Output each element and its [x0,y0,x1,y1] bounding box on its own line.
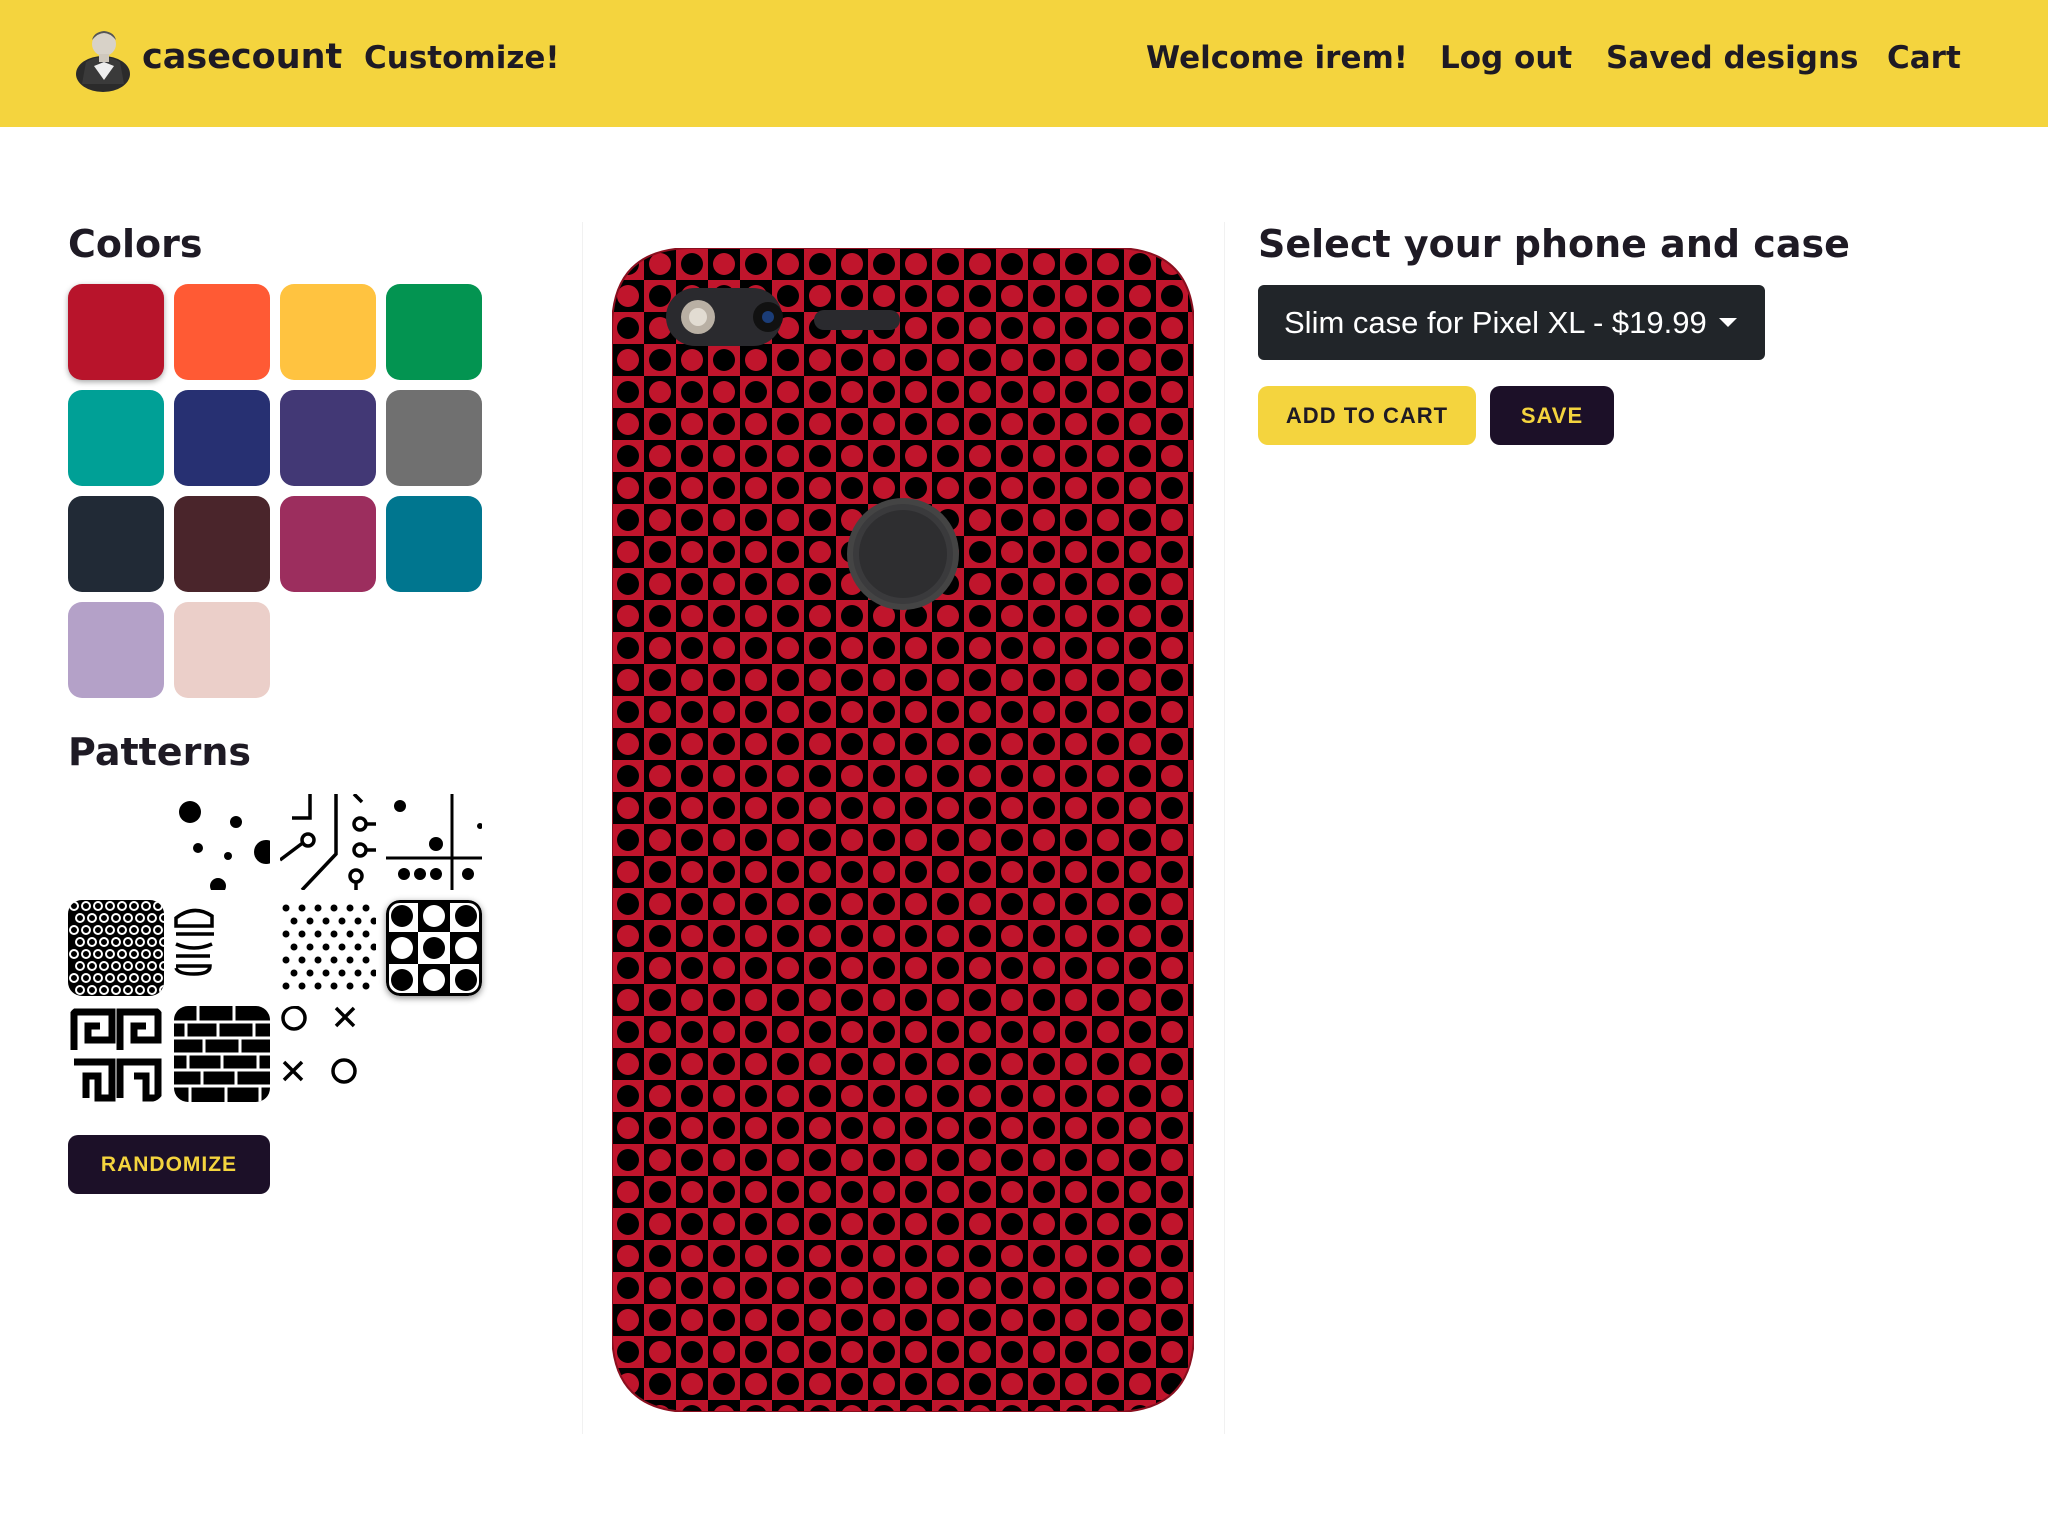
pattern-circuit[interactable] [280,794,376,890]
pattern-cross-dots[interactable] [386,794,482,890]
color-swatch-lavender[interactable] [68,602,164,698]
sensor-strip [814,310,900,330]
pattern-none[interactable] [68,794,164,890]
patterns-heading: Patterns [68,730,251,774]
colors-heading: Colors [68,222,203,266]
brand-link[interactable]: casecount [74,22,342,92]
portrait-logo-icon [76,31,130,92]
color-swatch-charcoal[interactable] [68,496,164,592]
color-swatch-gray[interactable] [386,390,482,486]
saved-designs-link[interactable]: Saved designs [1606,40,1858,76]
top-navbar: casecount Customize! Welcome irem! Log o… [0,0,2048,127]
phone-case-preview [612,248,1194,1412]
nav-customize-link[interactable]: Customize! [364,40,560,76]
color-swatch-navy[interactable] [174,390,270,486]
welcome-text: Welcome irem! [1146,40,1408,76]
add-to-cart-button[interactable]: ADD TO CART [1258,386,1476,445]
color-swatch-green[interactable] [386,284,482,380]
save-button[interactable]: SAVE [1490,386,1614,445]
randomize-button[interactable]: RANDOMIZE [68,1135,270,1194]
color-swatch-petrol[interactable] [386,496,482,592]
pattern-burger-line[interactable] [174,900,270,996]
cart-link[interactable]: Cart [1887,40,1961,76]
color-swatch-yellow[interactable] [280,284,376,380]
color-swatch-orange[interactable] [174,284,270,380]
color-swatch-indigo[interactable] [280,390,376,486]
color-swatch-blush[interactable] [174,602,270,698]
color-swatch-maroon[interactable] [174,496,270,592]
logout-link[interactable]: Log out [1440,40,1572,76]
color-swatch-teal[interactable] [68,390,164,486]
pattern-bricks[interactable] [174,1006,270,1102]
config-title: Select your phone and case [1258,222,1850,266]
color-swatch-crimson[interactable] [68,284,164,380]
color-swatch-magenta[interactable] [280,496,376,592]
case-select-value: Slim case for Pixel XL - $19.99 [1284,304,1707,340]
pattern-scattered-dots[interactable] [174,794,270,890]
case-select[interactable]: Slim case for Pixel XL - $19.99 [1258,285,1765,360]
pattern-polka-dots[interactable] [280,900,376,996]
pattern-tic-tac-toe[interactable] [280,1006,376,1102]
pattern-greek-key[interactable] [68,1006,164,1102]
pattern-checker-circles[interactable] [386,900,482,996]
chevron-down-icon [1719,318,1737,327]
case-surface [612,248,1194,1412]
brand-name: casecount [142,37,343,77]
pattern-ring-grid[interactable] [68,900,164,996]
